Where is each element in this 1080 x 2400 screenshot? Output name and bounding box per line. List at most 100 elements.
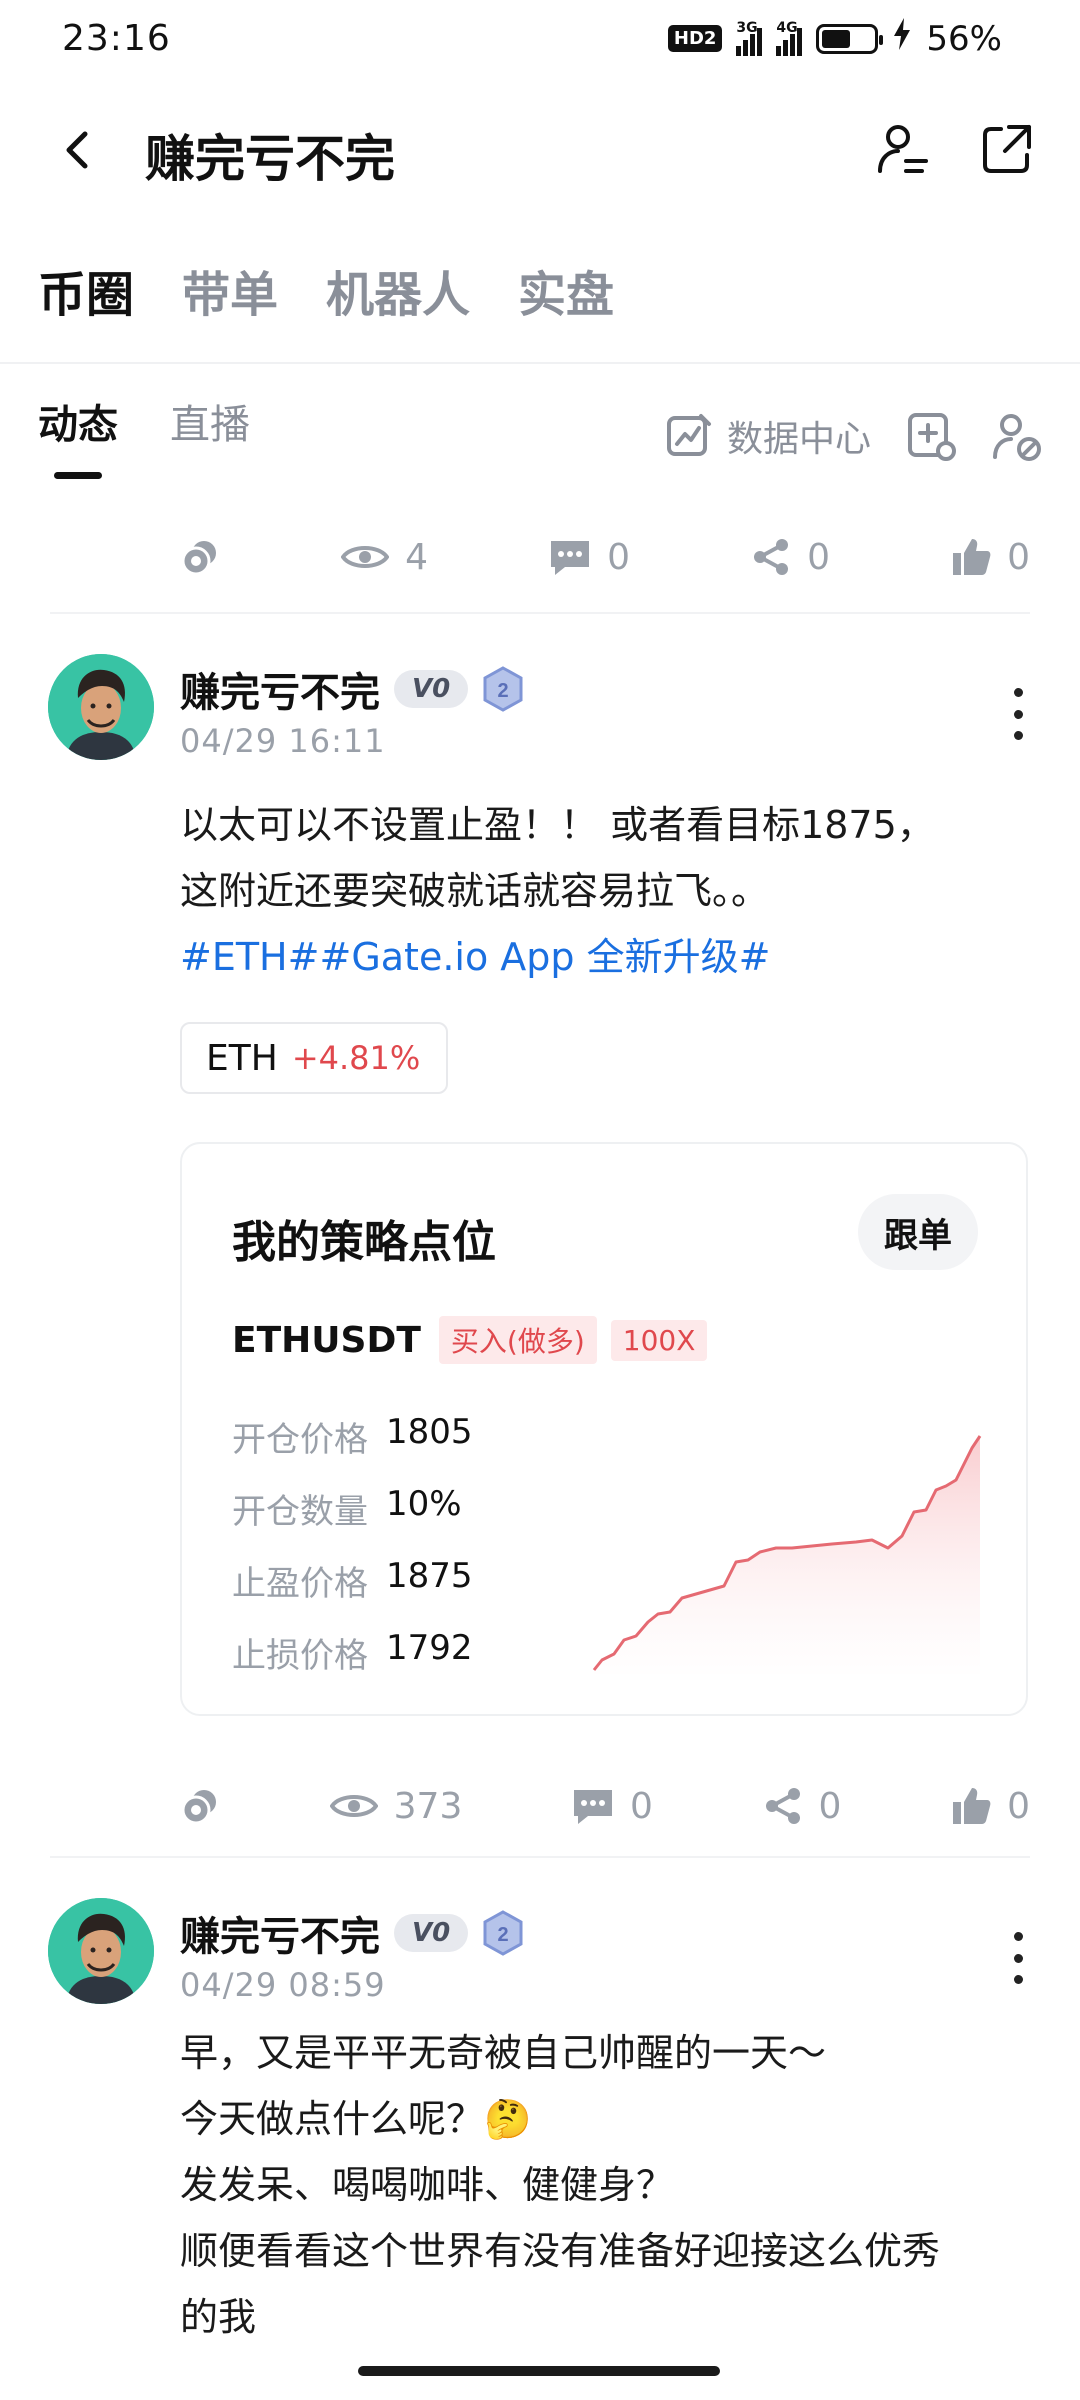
tab-feed[interactable]: 动态 bbox=[38, 392, 118, 479]
battery-icon bbox=[816, 23, 884, 54]
post-text-line: 顺便看看这个世界有没有准备好迎接这么优秀 bbox=[180, 2229, 941, 2273]
shares-count: 0 bbox=[818, 1785, 842, 1827]
share-external-icon bbox=[983, 125, 1031, 173]
post-body: 早，又是平平无奇被自己帅醒的一天～ 今天做点什么呢？🤔 发发呆、喝喝咖啡、健健身… bbox=[180, 2020, 1040, 2350]
side-badge: 买入(做多) bbox=[438, 1316, 597, 1364]
charging-icon bbox=[892, 18, 912, 59]
leverage-badge: 100X bbox=[610, 1319, 708, 1361]
coin-chip[interactable]: ETH +4.81% bbox=[180, 1022, 448, 1094]
author-name[interactable]: 赚完亏不完 bbox=[180, 660, 380, 718]
author-row: 赚完亏不完 V0 2 bbox=[180, 660, 524, 718]
post-text-line: 今天做点什么呢？🤔 bbox=[180, 2097, 532, 2141]
author-name[interactable]: 赚完亏不完 bbox=[180, 1904, 380, 1962]
price-trend-sparkline bbox=[592, 1435, 982, 1674]
back-button[interactable] bbox=[48, 120, 108, 180]
tab-copy-trading[interactable]: 带单 bbox=[182, 255, 278, 325]
status-icons: HD2 3G 4G 56% bbox=[667, 18, 1002, 59]
strategy-title: 我的策略点位 bbox=[232, 1217, 496, 1268]
strategy-card[interactable]: 我的策略点位 跟单 ETHUSDT 买入(做多) 100X 开仓价格 1805 … bbox=[180, 1142, 1028, 1716]
chart-edit-icon bbox=[667, 414, 711, 456]
user-block-button[interactable] bbox=[990, 410, 1044, 464]
tab-bots[interactable]: 机器人 bbox=[326, 255, 470, 325]
open-amount-row: 开仓数量 10% bbox=[232, 1484, 462, 1533]
top-bar: 赚完亏不完 bbox=[0, 95, 1080, 205]
main-tabs: 币圈 带单 机器人 实盘 bbox=[38, 255, 614, 325]
comment-icon bbox=[574, 1790, 612, 1824]
post-hashtags[interactable]: #ETH##Gate.io App 全新升级# bbox=[180, 924, 1040, 990]
home-indicator[interactable] bbox=[358, 2366, 720, 2376]
more-options-button[interactable] bbox=[998, 684, 1038, 744]
coin-name: ETH bbox=[206, 1037, 278, 1079]
take-profit-label: 止盈价格 bbox=[232, 1564, 368, 1604]
shares-count: 0 bbox=[807, 536, 830, 578]
data-center-button[interactable]: 数据中心 bbox=[665, 410, 871, 462]
status-time: 23:16 bbox=[62, 18, 171, 59]
post-time: 04/29 16:11 bbox=[180, 722, 386, 760]
tab-live[interactable]: 直播 bbox=[170, 392, 250, 450]
data-center-label: 数据中心 bbox=[727, 419, 872, 460]
level-badge: 2 bbox=[482, 666, 524, 712]
add-settings-icon bbox=[908, 413, 956, 461]
share-icon bbox=[754, 539, 789, 575]
share-post-button[interactable]: 0 bbox=[751, 537, 830, 578]
coin-change: +4.81% bbox=[291, 1039, 421, 1077]
open-amount-label: 开仓数量 bbox=[232, 1492, 368, 1532]
share-button[interactable] bbox=[975, 117, 1039, 181]
strategy-pair-row: ETHUSDT 买入(做多) 100X bbox=[232, 1316, 708, 1364]
thumbs-up-icon bbox=[953, 1788, 991, 1824]
post-separator bbox=[50, 612, 1030, 614]
open-price-value: 1805 bbox=[386, 1412, 473, 1452]
post-header: 赚完亏不完 V0 2 04/29 16:11 bbox=[48, 654, 1038, 764]
views-stat: 4 bbox=[341, 537, 428, 578]
add-settings-button[interactable] bbox=[905, 410, 959, 464]
comments-count: 0 bbox=[607, 536, 630, 578]
views-stat: 373 bbox=[329, 1785, 463, 1827]
vip-badge: V0 bbox=[394, 1914, 469, 1952]
stop-loss-value: 1792 bbox=[386, 1628, 473, 1668]
tip-coin-icon bbox=[181, 1790, 216, 1825]
comment-button[interactable]: 0 bbox=[549, 537, 630, 578]
post-header: 赚完亏不完 V0 2 04/29 08:59 bbox=[48, 1898, 1038, 2008]
level-badge: 2 bbox=[482, 1910, 524, 1956]
views-count: 4 bbox=[405, 536, 428, 578]
more-vertical-icon bbox=[1013, 688, 1023, 697]
sparkline-area bbox=[594, 1436, 980, 1674]
avatar[interactable] bbox=[48, 654, 154, 760]
post-text-line: 发发呆、喝喝咖啡、健健身？ bbox=[180, 2163, 675, 2207]
open-price-label: 开仓价格 bbox=[232, 1420, 368, 1460]
take-profit-value: 1875 bbox=[386, 1556, 473, 1596]
signal-4g-icon: 4G bbox=[776, 20, 803, 56]
tab-coin-circle[interactable]: 币圈 bbox=[38, 255, 134, 325]
like-button[interactable]: 0 bbox=[951, 1786, 1030, 1827]
user-block-icon bbox=[993, 414, 1041, 461]
vip-badge: V0 bbox=[394, 670, 469, 708]
more-options-button[interactable] bbox=[998, 1928, 1038, 1988]
prev-post-stats: 4 0 0 0 bbox=[180, 527, 1030, 587]
post-text-line: 以太可以不设置止盈！！ 或者看目标1875， bbox=[180, 803, 935, 847]
stop-loss-label: 止损价格 bbox=[232, 1636, 368, 1676]
likes-count: 0 bbox=[1007, 536, 1030, 578]
share-icon bbox=[765, 1788, 800, 1824]
follow-order-button[interactable]: 跟单 bbox=[858, 1194, 978, 1270]
share-post-button[interactable]: 0 bbox=[763, 1785, 842, 1827]
comment-button[interactable]: 0 bbox=[572, 1786, 653, 1827]
tab-live-trading[interactable]: 实盘 bbox=[518, 255, 614, 325]
views-count: 373 bbox=[393, 1785, 463, 1827]
eye-icon bbox=[329, 1795, 378, 1817]
comment-icon bbox=[551, 541, 590, 575]
tip-button[interactable] bbox=[180, 1786, 220, 1826]
svg-text:2: 2 bbox=[498, 1924, 509, 1946]
back-arrow-icon bbox=[66, 131, 88, 169]
open-price-row: 开仓价格 1805 bbox=[232, 1412, 473, 1461]
post-text-line: 早，又是平平无奇被自己帅醒的一天～ bbox=[180, 2031, 827, 2075]
battery-percent: 56% bbox=[926, 18, 1002, 59]
user-edit-icon bbox=[878, 125, 928, 173]
post-time: 04/29 08:59 bbox=[180, 1966, 386, 2004]
likes-count: 0 bbox=[1007, 1785, 1030, 1827]
post-body: 以太可以不设置止盈！！ 或者看目标1875， 这附近还要突破就话就容易拉飞。。 … bbox=[180, 792, 1040, 990]
like-button[interactable]: 0 bbox=[951, 537, 1030, 578]
tip-coin-icon bbox=[181, 541, 216, 576]
avatar[interactable] bbox=[48, 1898, 154, 2004]
tip-button[interactable] bbox=[180, 537, 220, 577]
profile-edit-button[interactable] bbox=[870, 117, 934, 181]
